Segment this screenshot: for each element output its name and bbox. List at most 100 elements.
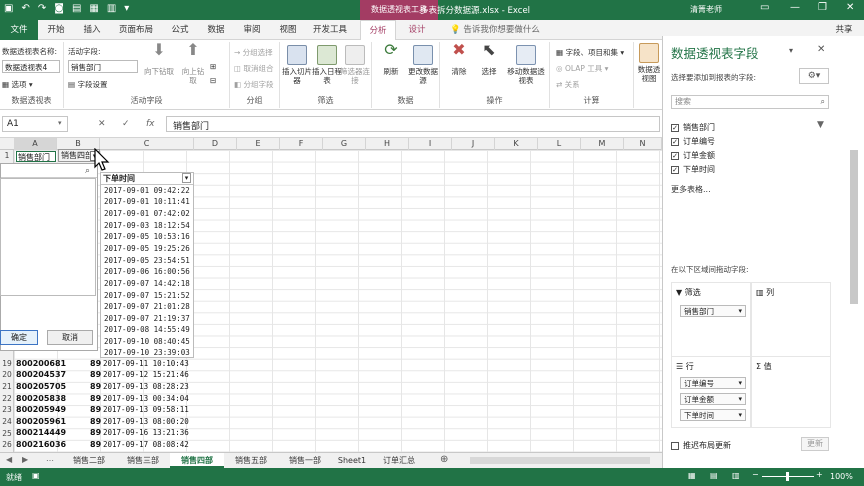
filter-field-pill[interactable]: 销售部门 ▾ <box>680 305 746 317</box>
checkbox-checked-icon[interactable]: ✓ <box>671 165 679 174</box>
tab-design[interactable]: 设计 <box>400 20 434 40</box>
list-item[interactable]: 2017-09-08 14:55:49 <box>104 325 190 334</box>
column-filter-icon[interactable]: ▾ <box>182 173 191 183</box>
field-search-input[interactable]: 搜索 ⌕ <box>671 95 829 109</box>
column-header[interactable]: I <box>409 138 452 150</box>
ungroup-button[interactable]: ◫ 取消组合 <box>234 63 273 74</box>
column-header[interactable]: L <box>538 138 581 150</box>
column-header[interactable]: F <box>280 138 323 150</box>
checkbox-checked-icon[interactable]: ✓ <box>671 123 679 132</box>
pivot-name-input[interactable]: 数据透视表4 <box>2 60 60 73</box>
active-field-input[interactable]: 销售部门 <box>68 60 138 73</box>
tab-file[interactable]: 文件 <box>0 20 38 40</box>
checkbox-checked-icon[interactable]: ✓ <box>671 137 679 146</box>
chart-icon[interactable]: ▥ <box>107 3 116 14</box>
column-header[interactable]: G <box>323 138 366 150</box>
update-button[interactable]: 更新 <box>801 437 829 451</box>
list-item[interactable]: 2017-09-01 07:42:02 <box>104 209 190 218</box>
column-header[interactable]: J <box>452 138 495 150</box>
cell-order-id[interactable]: 800200681 <box>16 359 66 368</box>
list-item[interactable]: 2017-09-07 14:42:18 <box>104 279 190 288</box>
tab-home[interactable]: 开始 <box>40 20 72 40</box>
cancel-entry-icon[interactable]: ✕ <box>98 119 106 129</box>
list-item[interactable]: 2017-09-01 09:42:22 <box>104 186 190 195</box>
field-settings-button[interactable]: ▤ 字段设置 <box>68 79 107 90</box>
cell-order-time[interactable]: 2017-09-13 09:58:11 <box>103 405 189 414</box>
redo-icon[interactable]: ↷ <box>38 3 46 14</box>
collapse-field-icon[interactable]: ⊟ <box>210 76 216 85</box>
cell-order-id[interactable]: 800216036 <box>16 440 66 449</box>
cell-order-time[interactable]: 2017-09-13 08:28:23 <box>103 382 189 391</box>
list-item[interactable]: 2017-09-07 15:21:52 <box>104 291 190 300</box>
refresh-button[interactable]: ⟳ 刷新 <box>376 42 406 77</box>
fields-items-button[interactable]: ▦ 字段、项目和集 ▾ <box>556 47 624 58</box>
minimize-icon[interactable]: — <box>790 2 800 13</box>
cell-order-time[interactable]: 2017-09-11 10:10:43 <box>103 359 189 368</box>
row-number[interactable]: 23 <box>0 405 14 414</box>
select-button[interactable]: ⬉ 选择 <box>474 42 504 77</box>
filter-item-list[interactable] <box>0 178 96 296</box>
clear-button[interactable]: ✖ 清除 <box>444 42 474 77</box>
list-item[interactable]: 2017-09-01 10:11:41 <box>104 197 190 206</box>
list-item[interactable]: 2017-09-05 19:25:26 <box>104 244 190 253</box>
column-header[interactable]: C <box>100 138 194 150</box>
list-item[interactable]: 2017-09-05 23:54:51 <box>104 256 190 265</box>
macro-record-icon[interactable]: ▣ <box>32 471 40 480</box>
cell-amount[interactable]: 89 <box>90 394 101 403</box>
cell-order-time[interactable]: 2017-09-12 15:21:46 <box>103 370 189 379</box>
drill-down-button[interactable]: ⬇ 向下钻取 <box>144 42 174 77</box>
list-item[interactable]: 2017-09-07 21:19:37 <box>104 314 190 323</box>
ok-button[interactable]: 确定 <box>0 330 38 345</box>
list-item[interactable]: 2017-09-03 18:12:54 <box>104 221 190 230</box>
zoom-level[interactable]: 100% <box>830 472 853 481</box>
cell-amount[interactable]: 89 <box>90 417 101 426</box>
filter-search-input[interactable] <box>1 164 97 178</box>
row-number[interactable]: 25 <box>0 429 14 438</box>
tab-formulas[interactable]: 公式 <box>164 20 196 40</box>
defer-layout-checkbox[interactable]: 推迟布局更新 <box>671 440 731 451</box>
rows-area[interactable]: ☰ 行 订单编号 ▾ 订单金额 ▾ 下单时间 ▾ <box>671 356 751 428</box>
formula-input[interactable]: 销售部门 <box>166 116 660 132</box>
restore-icon[interactable]: ❐ <box>818 2 827 13</box>
horizontal-scrollbar[interactable] <box>470 457 650 464</box>
name-box-dropdown-icon[interactable]: ▾ <box>58 119 62 127</box>
pivot-chart-button[interactable]: 数据透视图 <box>636 43 662 83</box>
zoom-in-icon[interactable]: + <box>816 470 823 479</box>
more-sheets-icon[interactable]: … <box>46 454 54 463</box>
insert-function-icon[interactable]: fx <box>146 119 155 129</box>
more-tables-link[interactable]: 更多表格... <box>671 184 711 195</box>
user-name[interactable]: 清箐老师 <box>690 4 722 15</box>
change-source-button[interactable]: 更改数据源 <box>408 45 438 85</box>
image-icon[interactable]: ▤ <box>72 3 81 14</box>
cancel-button[interactable]: 取消 <box>47 330 93 345</box>
column-header[interactable]: A <box>14 138 57 150</box>
group-field-button[interactable]: ◧ 分组字段 <box>234 79 273 90</box>
column-header[interactable]: N <box>624 138 662 150</box>
list-item[interactable]: 2017-09-05 10:53:16 <box>104 232 190 241</box>
sheet-tab[interactable]: 销售一部 <box>278 453 332 468</box>
insert-timeline-button[interactable]: 插入日程表 <box>312 45 342 85</box>
more-icon[interactable]: ▾ <box>124 3 129 14</box>
row-field-pill[interactable]: 下单时间 ▾ <box>680 409 746 421</box>
table-icon[interactable]: ▦ <box>89 3 98 14</box>
cell-order-id[interactable]: 800205705 <box>16 382 66 391</box>
cell-a1[interactable]: 销售部门 <box>16 151 56 162</box>
row-field-pill[interactable]: 订单编号 ▾ <box>680 377 746 389</box>
sheet-tab[interactable]: Sheet1 <box>332 453 372 468</box>
sheet-tab[interactable]: 销售二部 <box>62 453 116 468</box>
row-number[interactable]: 26 <box>0 440 14 449</box>
expand-field-icon[interactable]: ⊞ <box>210 62 216 71</box>
cell-amount[interactable]: 89 <box>90 440 101 449</box>
tab-data[interactable]: 数据 <box>200 20 232 40</box>
row-number[interactable]: 19 <box>0 359 14 368</box>
cell-order-time[interactable]: 2017-09-13 08:00:20 <box>103 417 189 426</box>
cell-order-time[interactable]: 2017-09-17 08:08:42 <box>103 440 189 449</box>
field-item[interactable]: ✓ 销售部门 <box>671 122 715 133</box>
pane-close-icon[interactable]: ✕ <box>817 44 825 55</box>
ribbon-options-icon[interactable]: ▭ <box>760 2 769 13</box>
cell-amount[interactable]: 89 <box>90 428 101 437</box>
insert-slicer-button[interactable]: 插入切片器 <box>282 45 312 85</box>
cell-amount[interactable]: 89 <box>90 359 101 368</box>
vertical-scrollbar-thumb[interactable] <box>850 150 858 304</box>
sheet-tab-active[interactable]: 销售四部 <box>170 453 224 468</box>
